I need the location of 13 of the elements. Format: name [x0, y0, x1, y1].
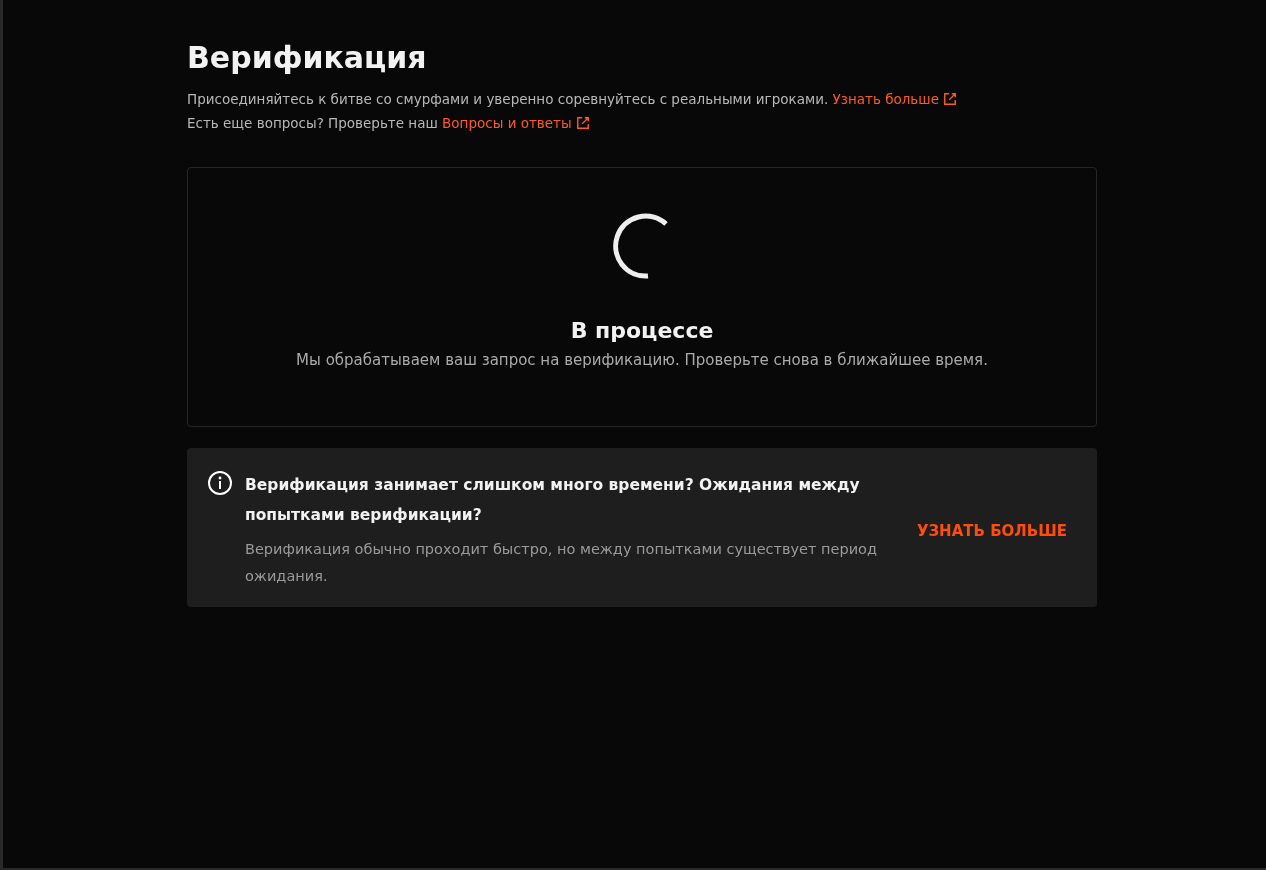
notice-heading: Верификация занимает слишком много времени? Ожидания между попытками верификации?	[245, 475, 861, 526]
notice-text: Верификация обычно проходит быстро, но между попытками существует период ожидания.	[245, 540, 878, 586]
learn-more-button[interactable]: УЗНАТЬ БОЛЬШЕ	[916, 516, 1067, 546]
intro-text: Присоединяйтесь к битве со смурфами и уверенно соревнуйтесь с реальными игроками. Узнать больше	[187, 87, 1097, 111]
status-message: Мы обрабатываем ваш запрос на верификацию. Проверьте снова в ближайшее время.	[296, 351, 988, 369]
external-link-icon	[575, 116, 590, 130]
info-icon	[207, 470, 233, 496]
help-link[interactable]: Узнать больше	[832, 91, 957, 107]
help-link[interactable]: Вопросы и ответы	[442, 115, 590, 131]
status-heading: В процессе	[570, 318, 714, 343]
intro-text: Есть еще вопросы? Проверьте наш Вопросы и ответы	[187, 111, 1097, 135]
page-title: Верификация	[187, 40, 428, 75]
external-link-icon	[942, 92, 957, 106]
